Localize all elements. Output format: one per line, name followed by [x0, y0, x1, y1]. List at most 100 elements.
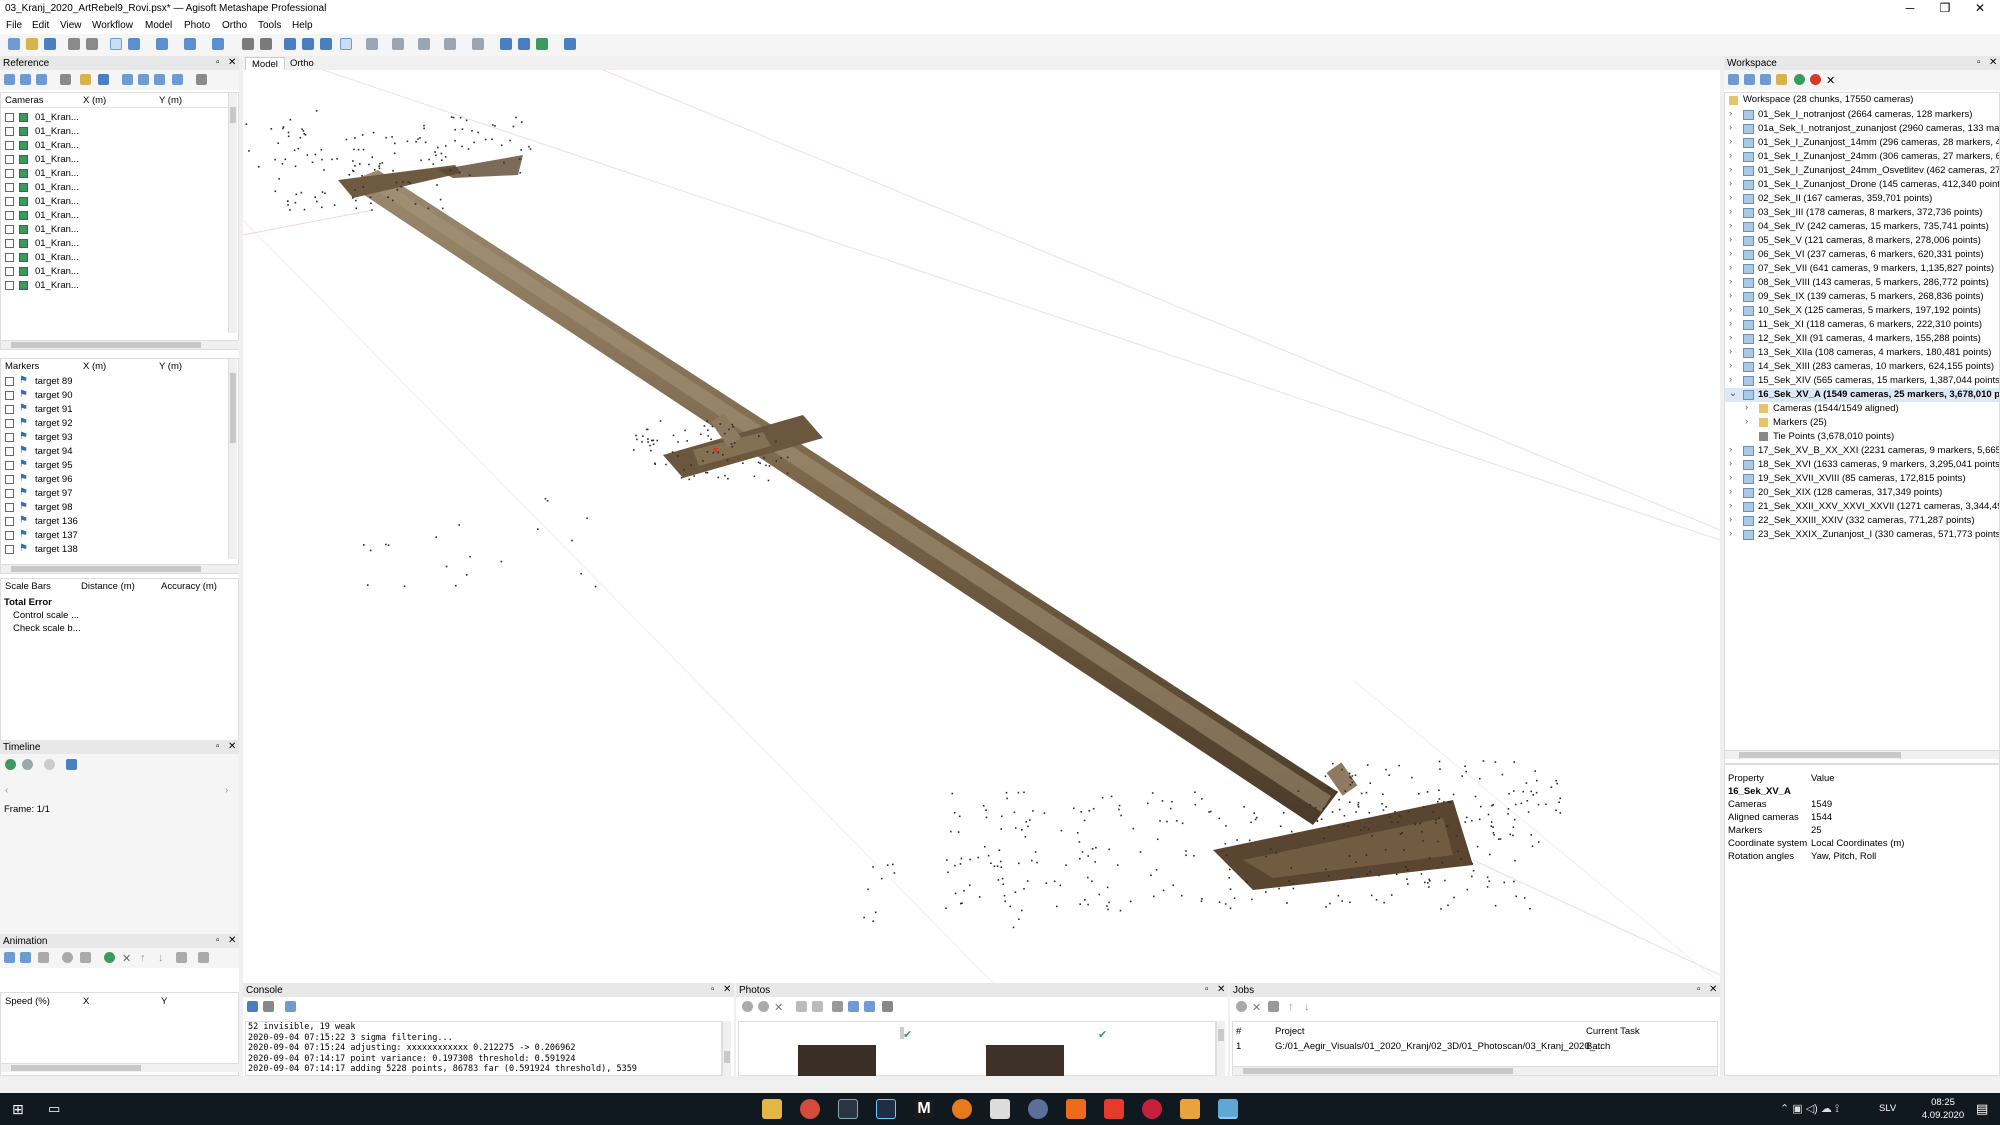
property-value[interactable]: 1549 [1811, 799, 1832, 810]
chevron-right-icon[interactable]: › [1729, 486, 1732, 497]
rotate-object-icon[interactable] [184, 38, 196, 50]
m-app-icon[interactable]: M [914, 1099, 934, 1119]
job-number[interactable]: 1 [1236, 1041, 1241, 1052]
import-icon[interactable] [4, 74, 15, 85]
model-viewport[interactable] [243, 70, 1720, 983]
workspace-root[interactable]: Workspace (28 chunks, 17550 cameras) [1743, 94, 1913, 108]
markers-hscroll[interactable] [1, 564, 239, 573]
chunk-row[interactable]: ⌄ 16_Sek_XV_A (1549 cameras, 25 markers,… [1725, 388, 1999, 402]
chunk-row[interactable]: › 17_Sek_XV_B_XX_XXI (2231 cameras, 9 ma… [1725, 444, 1999, 458]
chunk-row[interactable]: › 01a_Sek_I_notranjost_zunanjost (2960 c… [1725, 122, 1999, 136]
view-icon[interactable] [864, 1001, 875, 1012]
markers-vscroll[interactable] [228, 359, 237, 559]
update-icon[interactable] [98, 74, 109, 85]
camera-checkbox[interactable] [5, 127, 14, 136]
camera-row[interactable]: 01_Kran... [1, 195, 227, 209]
chunk-row[interactable]: › 04_Sek_IV (242 cameras, 15 markers, 73… [1725, 220, 1999, 234]
y-header[interactable]: Y [161, 996, 167, 1007]
app-icon[interactable] [1142, 1099, 1162, 1119]
chunk-row[interactable]: › 01_Sek_I_notranjost (2664 cameras, 128… [1725, 108, 1999, 122]
chunk-row[interactable]: › 18_Sek_XVI (1633 cameras, 9 markers, 3… [1725, 458, 1999, 472]
chrome-icon[interactable] [800, 1099, 820, 1119]
vlc-icon[interactable] [1180, 1099, 1200, 1119]
float-icon[interactable]: ▫ [1977, 57, 1981, 68]
console-vscroll[interactable] [722, 1021, 731, 1076]
show-trackball-icon[interactable] [536, 38, 548, 50]
x-header[interactable]: X (m) [83, 361, 106, 372]
camera-row[interactable]: 01_Kran... [1, 265, 227, 279]
menu-ortho[interactable]: Ortho [222, 20, 247, 31]
chevron-right-icon[interactable]: › [1729, 472, 1732, 483]
reset-view-icon[interactable] [320, 38, 332, 50]
chevron-right-icon[interactable]: › [1729, 374, 1732, 385]
chunk-row[interactable]: › 14_Sek_XIII (283 cameras, 10 markers, … [1725, 360, 1999, 374]
houdini-icon[interactable] [1066, 1099, 1086, 1119]
path-icon[interactable] [176, 952, 187, 963]
marker-checkbox[interactable] [5, 545, 14, 554]
execute-script-icon[interactable] [285, 1001, 296, 1012]
marker-row[interactable]: ⚑ target 89 [1, 375, 227, 389]
marker-checkbox[interactable] [5, 489, 14, 498]
metashape-icon[interactable] [1218, 1099, 1238, 1119]
view-variance-icon[interactable] [172, 74, 183, 85]
navigation-icon[interactable] [110, 38, 122, 50]
chevron-right-icon[interactable]: › [1729, 164, 1732, 175]
marker-checkbox[interactable] [5, 531, 14, 540]
tiled-model-icon[interactable] [418, 38, 430, 50]
chunk-row[interactable]: › 08_Sek_VIII (143 cameras, 5 markers, 2… [1725, 276, 1999, 290]
maximize-button[interactable]: ❐ [1930, 0, 1960, 18]
distance-header[interactable]: Distance (m) [81, 581, 135, 592]
photos-vscroll[interactable] [1216, 1021, 1225, 1076]
chunk-row[interactable]: › 02_Sek_II (167 cameras, 359,701 points… [1725, 192, 1999, 206]
file-explorer-icon[interactable] [762, 1099, 782, 1119]
camera-checkbox[interactable] [5, 225, 14, 234]
new-track-icon[interactable] [4, 952, 15, 963]
chevron-right-icon[interactable]: › [1729, 514, 1732, 525]
chunk-row[interactable]: › 13_Sek_XIIa (108 cameras, 4 markers, 1… [1725, 346, 1999, 360]
chevron-right-icon[interactable]: › [1729, 304, 1732, 315]
value-header[interactable]: Value [1811, 773, 1835, 784]
camera-row[interactable]: 01_Kran... [1, 181, 227, 195]
camera-row[interactable]: 01_Kran... [1, 251, 227, 265]
float-icon[interactable]: ▫ [1697, 984, 1701, 995]
chunk-row[interactable]: › 01_Sek_I_Zunanjost_24mm_Osvetlitev (46… [1725, 164, 1999, 178]
marker-checkbox[interactable] [5, 433, 14, 442]
crop-selection-icon[interactable] [260, 38, 272, 50]
job-number-header[interactable]: # [1236, 1026, 1241, 1037]
marker-row[interactable]: ⚑ target 95 [1, 459, 227, 473]
chunk-row[interactable]: › 19_Sek_XVII_XVIII (85 cameras, 172,815… [1725, 472, 1999, 486]
y-header[interactable]: Y (m) [159, 95, 182, 106]
blender-icon[interactable] [952, 1099, 972, 1119]
redo-icon[interactable] [86, 38, 98, 50]
ruler-icon[interactable] [212, 38, 224, 50]
marker-checkbox[interactable] [5, 377, 14, 386]
save-log-icon[interactable] [247, 1001, 258, 1012]
clock-date[interactable]: 4.09.2020 [1914, 1110, 1972, 1121]
cameras-hscroll[interactable] [1, 340, 239, 349]
tab-model[interactable]: Model [245, 57, 285, 70]
camera-row[interactable]: 01_Kran... [1, 139, 227, 153]
view-source-icon[interactable] [122, 74, 133, 85]
camera-checkbox[interactable] [5, 197, 14, 206]
add-keyframe-icon[interactable] [104, 952, 115, 963]
move-up-icon[interactable]: ↑ [140, 952, 151, 964]
chunk-child-row[interactable]: Tie Points (3,678,010 points) [1725, 430, 1999, 444]
dense-cloud-icon[interactable] [366, 38, 378, 50]
chunk-row[interactable]: › 07_Sek_VII (641 cameras, 9 markers, 1,… [1725, 262, 1999, 276]
camera-checkbox[interactable] [5, 267, 14, 276]
add-markers-icon[interactable] [1776, 74, 1787, 85]
float-icon[interactable]: ▫ [216, 935, 220, 946]
save-icon[interactable] [44, 38, 56, 50]
property-value[interactable]: Local Coordinates (m) [1811, 838, 1904, 849]
cameras-header[interactable]: Cameras [5, 95, 44, 106]
chevron-right-icon[interactable]: › [1729, 332, 1732, 343]
menu-file[interactable]: File [6, 20, 22, 31]
camera-row[interactable]: 01_Kran... [1, 209, 227, 223]
marker-checkbox[interactable] [5, 391, 14, 400]
view-errors-icon[interactable] [154, 74, 165, 85]
menu-help[interactable]: Help [292, 20, 313, 31]
scalebars-header[interactable]: Scale Bars [5, 581, 51, 592]
chevron-right-icon[interactable]: › [1729, 248, 1732, 259]
filter-icon[interactable] [832, 1001, 843, 1012]
camera-row[interactable]: 01_Kran... [1, 153, 227, 167]
